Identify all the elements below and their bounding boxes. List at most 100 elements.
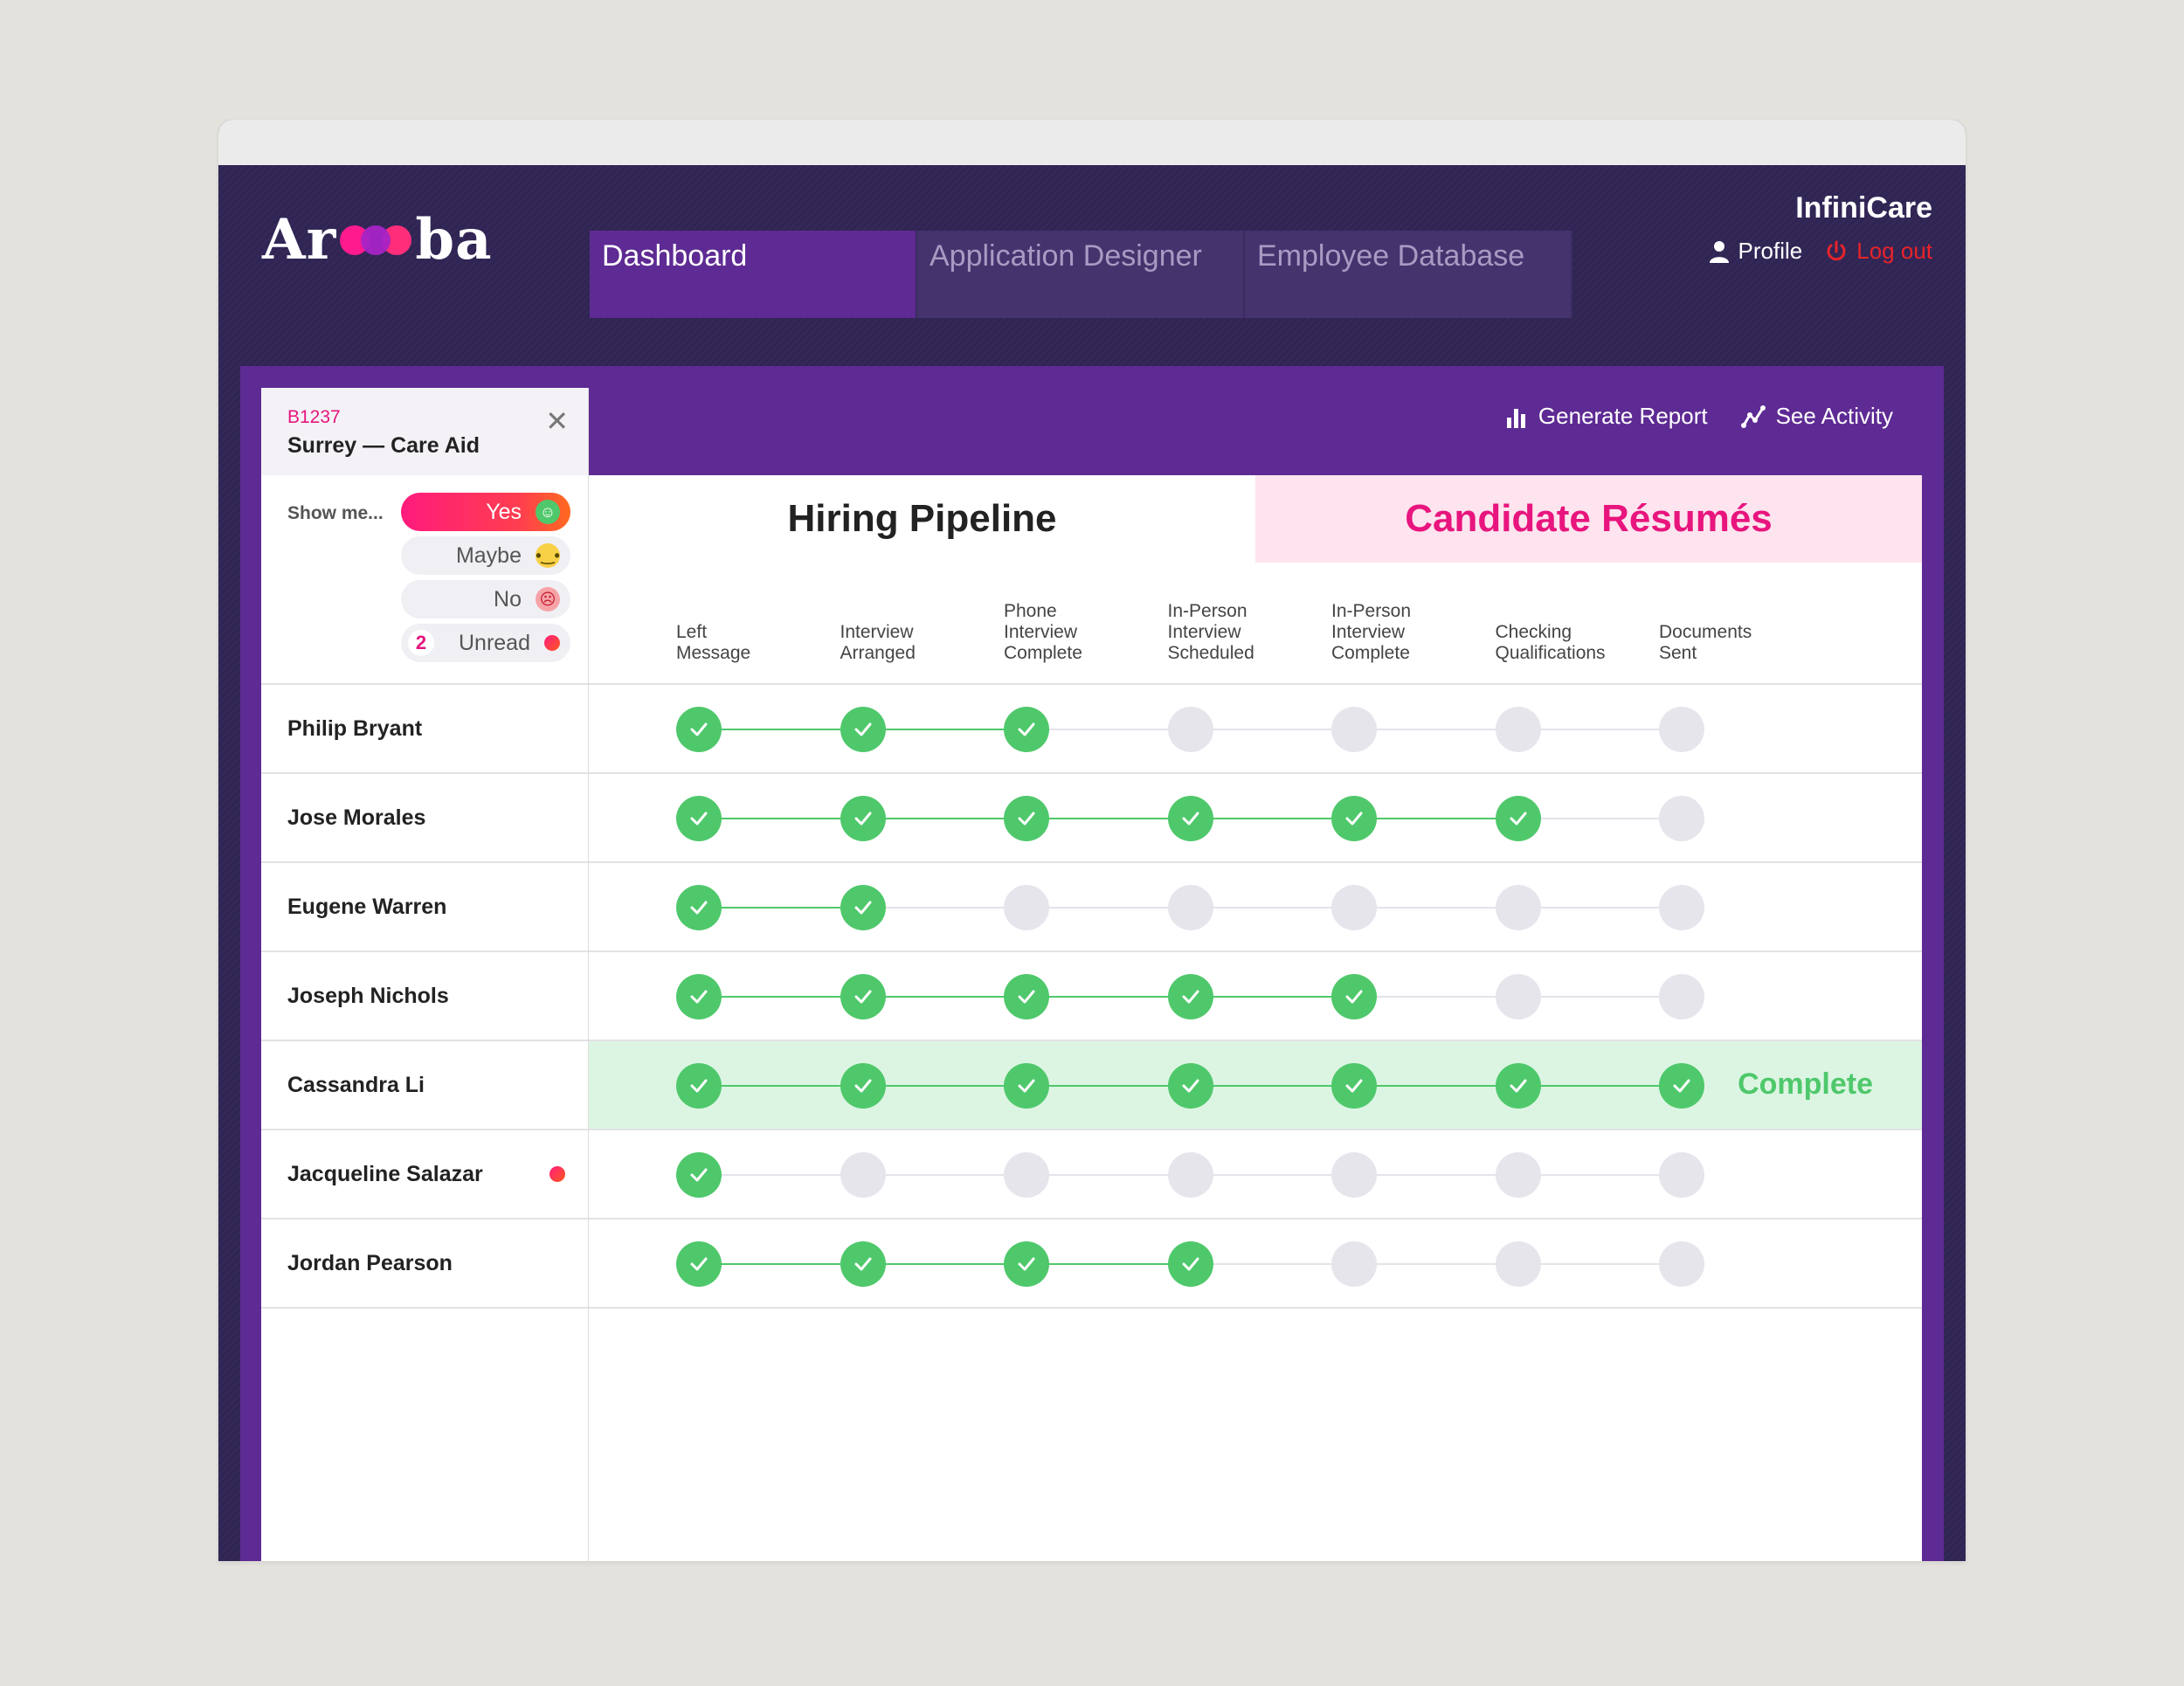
neutral-face-icon: •‿•	[536, 543, 560, 568]
stage-complete-check-icon[interactable]	[1331, 1063, 1377, 1109]
generate-report-label: Generate Report	[1538, 403, 1708, 429]
progress-fill	[699, 907, 863, 909]
content-tabs: Hiring Pipeline Candidate Résumés	[589, 475, 1922, 563]
pipeline-row[interactable]	[589, 774, 1922, 863]
stage-label: Checking Qualifications	[1495, 622, 1606, 663]
stage-complete-check-icon[interactable]	[1004, 1063, 1049, 1109]
pipeline-row[interactable]	[589, 1220, 1922, 1309]
stage-complete-check-icon[interactable]	[1495, 796, 1541, 841]
stage-label: In-Person Interview Scheduled	[1167, 601, 1254, 663]
stage-pending-icon[interactable]	[840, 1152, 886, 1198]
candidate-list-item[interactable]: Jacqueline Salazar	[261, 1130, 588, 1220]
stage-pending-icon[interactable]	[1167, 707, 1213, 752]
stage-pending-icon[interactable]	[1495, 707, 1541, 752]
stage-complete-check-icon[interactable]	[1167, 1241, 1213, 1287]
stage-header: Left Message Interview Arranged Phone Inte…	[589, 563, 1922, 685]
stage-complete-check-icon[interactable]	[1495, 1063, 1541, 1109]
candidate-list-item[interactable]: Joseph Nichols	[261, 952, 588, 1041]
stage-complete-check-icon[interactable]	[840, 1241, 886, 1287]
stage-complete-check-icon[interactable]	[1167, 796, 1213, 841]
stage-complete-check-icon[interactable]	[840, 707, 886, 752]
tab-hiring-pipeline[interactable]: Hiring Pipeline	[589, 475, 1255, 563]
profile-link[interactable]: Profile	[1709, 238, 1803, 265]
stage-complete-check-icon[interactable]	[676, 1152, 722, 1198]
logo-mark-icon	[340, 225, 412, 255]
stage-pending-icon[interactable]	[1659, 707, 1704, 752]
stage-pending-icon[interactable]	[1004, 1152, 1049, 1198]
candidate-list: Philip Bryant Jose Morales Eugene Warren Jo…	[261, 685, 588, 1309]
dashboard-panel: Generate Report See Activity B1237 Surre…	[240, 366, 1944, 1561]
stage-pending-icon[interactable]	[1659, 974, 1704, 1019]
stage-pending-icon[interactable]	[1331, 885, 1377, 930]
stage-complete-check-icon[interactable]	[1331, 974, 1377, 1019]
see-activity-button[interactable]: See Activity	[1740, 403, 1893, 430]
tab-application-designer[interactable]: Application Designer	[917, 231, 1245, 318]
stage-pending-icon[interactable]	[1659, 1152, 1704, 1198]
candidate-name: Jose Morales	[287, 805, 426, 830]
close-icon[interactable]: ✕	[545, 407, 569, 435]
stage-pending-icon[interactable]	[1659, 1241, 1704, 1287]
logout-link[interactable]: Log out	[1825, 238, 1932, 265]
stage-complete-check-icon[interactable]	[1659, 1063, 1704, 1109]
stage-pending-icon[interactable]	[1495, 974, 1541, 1019]
candidate-list-item[interactable]: Cassandra Li	[261, 1041, 588, 1130]
filter-maybe[interactable]: Maybe •‿•	[401, 536, 570, 575]
stage-complete-check-icon[interactable]	[676, 1063, 722, 1109]
stage-complete-check-icon[interactable]	[1167, 974, 1213, 1019]
stage-label: Interview Arranged	[840, 622, 916, 663]
job-id: B1237	[287, 407, 341, 427]
filter-label: Show me...	[287, 503, 384, 523]
stage-pending-icon[interactable]	[1004, 885, 1049, 930]
stage-complete-check-icon[interactable]	[676, 796, 722, 841]
filter-no[interactable]: No ☹	[401, 580, 570, 618]
candidate-list-item[interactable]: Eugene Warren	[261, 863, 588, 952]
stage-complete-check-icon[interactable]	[676, 974, 722, 1019]
filter-unread-label: Unread	[459, 630, 530, 655]
stage-pending-icon[interactable]	[1167, 885, 1213, 930]
app-logo[interactable]: Ar ba	[262, 207, 493, 273]
pipeline-row[interactable]	[589, 1130, 1922, 1220]
stage-pending-icon[interactable]	[1495, 1241, 1541, 1287]
pipeline-row[interactable]	[589, 863, 1922, 952]
stage-complete-check-icon[interactable]	[1004, 974, 1049, 1019]
stage-pending-icon[interactable]	[1331, 707, 1377, 752]
tab-dashboard[interactable]: Dashboard	[590, 231, 917, 318]
power-icon	[1827, 240, 1846, 260]
stage-pending-icon[interactable]	[1495, 1152, 1541, 1198]
stage-pending-icon[interactable]	[1331, 1241, 1377, 1287]
stage-pending-icon[interactable]	[1495, 885, 1541, 930]
stage-complete-check-icon[interactable]	[1004, 796, 1049, 841]
stage-pending-icon[interactable]	[1659, 796, 1704, 841]
stage-complete-check-icon[interactable]	[1004, 1241, 1049, 1287]
candidate-list-item[interactable]: Jose Morales	[261, 774, 588, 863]
stage-complete-check-icon[interactable]	[676, 885, 722, 930]
stage-complete-check-icon[interactable]	[676, 707, 722, 752]
candidate-list-item[interactable]: Philip Bryant	[261, 685, 588, 774]
job-card: B1237 Surrey — Care Aid ✕	[261, 388, 588, 475]
stage-label: Documents Sent	[1659, 622, 1752, 663]
activity-line-icon	[1740, 404, 1766, 428]
pipeline-row[interactable]	[589, 952, 1922, 1041]
stage-pending-icon[interactable]	[1331, 1152, 1377, 1198]
tab-employee-database[interactable]: Employee Database	[1245, 231, 1572, 318]
stage-complete-check-icon[interactable]	[1167, 1063, 1213, 1109]
profile-label: Profile	[1738, 238, 1803, 264]
stage-complete-check-icon[interactable]	[840, 796, 886, 841]
stage-pending-icon[interactable]	[1659, 885, 1704, 930]
tab-candidate-resumes[interactable]: Candidate Résumés	[1255, 475, 1922, 563]
stage-pending-icon[interactable]	[1167, 1152, 1213, 1198]
stage-complete-check-icon[interactable]	[676, 1241, 722, 1287]
stage-complete-check-icon[interactable]	[1331, 796, 1377, 841]
main-content: Hiring Pipeline Candidate Résumés Left M…	[589, 475, 1922, 1561]
main-nav-tabs: Dashboard Application Designer Employee …	[590, 231, 1572, 318]
filter-yes[interactable]: Yes ☺	[401, 493, 570, 531]
candidate-list-item[interactable]: Jordan Pearson	[261, 1220, 588, 1309]
pipeline-row[interactable]	[589, 685, 1922, 774]
stage-complete-check-icon[interactable]	[840, 885, 886, 930]
stage-complete-check-icon[interactable]	[1004, 707, 1049, 752]
filter-unread[interactable]: 2 Unread	[401, 624, 570, 662]
stage-complete-check-icon[interactable]	[840, 974, 886, 1019]
pipeline-row[interactable]: Complete	[589, 1041, 1922, 1130]
generate-report-button[interactable]: Generate Report	[1505, 403, 1708, 430]
stage-complete-check-icon[interactable]	[840, 1063, 886, 1109]
